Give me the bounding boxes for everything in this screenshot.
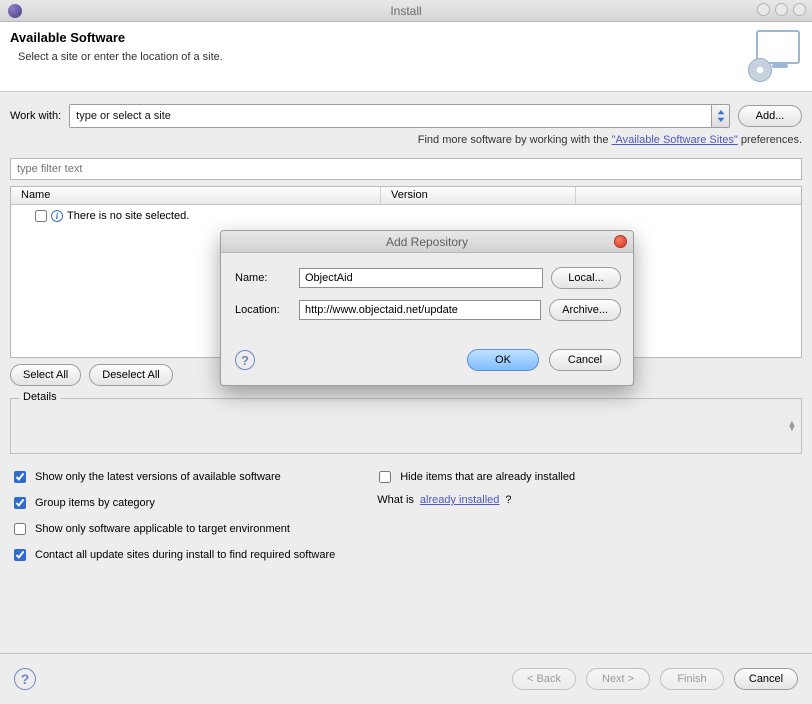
dialog-cancel-button[interactable]: Cancel	[549, 349, 621, 371]
back-button[interactable]: < Back	[512, 668, 576, 690]
add-site-button[interactable]: Add...	[738, 105, 802, 127]
install-wizard-icon	[748, 30, 800, 82]
help-icon[interactable]: ?	[14, 668, 36, 690]
wizard-header: Available Software Select a site or ente…	[0, 22, 812, 92]
hint-text: Find more software by working with the	[418, 134, 612, 146]
local-button[interactable]: Local...	[551, 267, 621, 289]
window-titlebar: Install	[0, 0, 812, 22]
dialog-close-button[interactable]	[614, 235, 627, 248]
row-checkbox[interactable]	[35, 210, 47, 222]
details-legend: Details	[19, 391, 61, 403]
workwith-combo[interactable]	[69, 104, 730, 128]
workwith-hint: Find more software by working with the "…	[10, 134, 802, 146]
applicable-label: Show only software applicable to target …	[35, 523, 290, 535]
details-group: Details ▲▼	[10, 398, 802, 454]
hide-installed-checkbox[interactable]	[379, 471, 391, 483]
already-installed-link[interactable]: already installed	[420, 494, 500, 506]
add-repository-dialog: Add Repository Name: Local... Location: …	[220, 230, 634, 386]
hint-suffix: preferences.	[738, 134, 802, 146]
empty-message: There is no site selected.	[67, 210, 189, 222]
dialog-help-icon[interactable]: ?	[235, 350, 255, 370]
table-row: i There is no site selected.	[11, 205, 801, 223]
column-version[interactable]: Version	[381, 187, 576, 204]
group-category-checkbox[interactable]	[14, 497, 26, 509]
finish-button[interactable]: Finish	[660, 668, 724, 690]
repo-name-label: Name:	[235, 272, 291, 284]
whatis-prefix: What is	[377, 494, 414, 506]
dialog-ok-button[interactable]: OK	[467, 349, 539, 371]
whatis-suffix: ?	[505, 494, 511, 506]
available-sites-link[interactable]: "Available Software Sites"	[612, 134, 738, 146]
window-close-button[interactable]	[793, 3, 806, 16]
cancel-button[interactable]: Cancel	[734, 668, 798, 690]
workwith-dropdown-arrow[interactable]	[711, 105, 729, 127]
repo-location-input[interactable]	[299, 300, 541, 320]
deselect-all-button[interactable]: Deselect All	[89, 364, 172, 386]
select-all-button[interactable]: Select All	[10, 364, 81, 386]
archive-button[interactable]: Archive...	[549, 299, 621, 321]
applicable-checkbox[interactable]	[14, 523, 26, 535]
dialog-title: Add Repository	[386, 235, 468, 249]
repo-location-label: Location:	[235, 304, 291, 316]
column-name[interactable]: Name	[11, 187, 381, 204]
repo-name-input[interactable]	[299, 268, 543, 288]
filter-input[interactable]	[10, 158, 802, 180]
hide-installed-label: Hide items that are already installed	[400, 471, 575, 483]
info-icon: i	[51, 210, 63, 222]
contact-sites-label: Contact all update sites during install …	[35, 549, 335, 561]
contact-sites-checkbox[interactable]	[14, 549, 26, 561]
wizard-footer: ? < Back Next > Finish Cancel	[0, 653, 812, 704]
workwith-input[interactable]	[70, 105, 711, 127]
group-category-label: Group items by category	[35, 497, 155, 509]
app-icon	[8, 4, 22, 18]
page-subtitle: Select a site or enter the location of a…	[18, 51, 800, 63]
details-resize-handle[interactable]: ▲▼	[787, 421, 797, 431]
next-button[interactable]: Next >	[586, 668, 650, 690]
window-title: Install	[390, 4, 421, 18]
page-title: Available Software	[10, 30, 800, 45]
column-blank	[576, 187, 801, 204]
window-controls	[757, 3, 806, 16]
window-minimize-button[interactable]	[757, 3, 770, 16]
window-maximize-button[interactable]	[775, 3, 788, 16]
show-latest-label: Show only the latest versions of availab…	[35, 471, 281, 483]
workwith-label: Work with:	[10, 110, 61, 122]
dialog-titlebar[interactable]: Add Repository	[221, 231, 633, 253]
show-latest-checkbox[interactable]	[14, 471, 26, 483]
